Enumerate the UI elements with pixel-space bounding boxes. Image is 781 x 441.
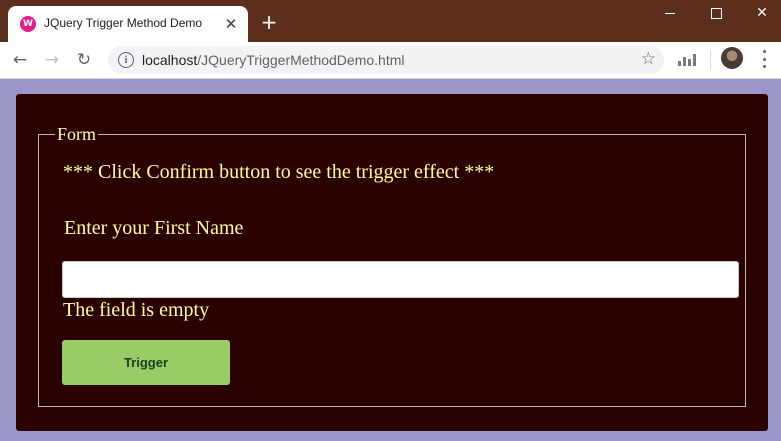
- form-legend: Form: [57, 124, 97, 144]
- reload-icon[interactable]: ↻: [72, 48, 96, 72]
- tab-title: JQuery Trigger Method Demo: [44, 16, 203, 30]
- bookmark-star-icon[interactable]: ☆: [641, 49, 656, 69]
- toolbar-separator: [710, 50, 711, 70]
- first-name-label: Enter your First Name: [64, 217, 244, 239]
- url-text[interactable]: localhost/JQueryTriggerMethodDemo.html: [142, 52, 404, 68]
- back-arrow-icon[interactable]: ←: [8, 48, 32, 72]
- url-host: localhost: [142, 52, 198, 68]
- browser-toolbar: ← → ↻ i localhost/JQueryTriggerMethodDem…: [0, 42, 781, 79]
- favicon-letter: W: [23, 19, 33, 29]
- browser-titlebar: W JQuery Trigger Method Demo ✕ + ✕: [0, 0, 781, 42]
- maximize-icon: [710, 7, 722, 19]
- minimize-window-button[interactable]: [647, 0, 693, 26]
- browser-tab[interactable]: W JQuery Trigger Method Demo ✕: [8, 6, 248, 42]
- validation-message: The field is empty: [63, 299, 210, 321]
- favicon-icon: W: [20, 16, 36, 32]
- page-body: Form *** Click Confirm button to see the…: [8, 86, 774, 434]
- address-bar[interactable]: i localhost/JQueryTriggerMethodDemo.html…: [108, 46, 664, 74]
- info-icon[interactable]: i: [118, 52, 134, 68]
- extension-chart-icon[interactable]: [678, 52, 696, 66]
- close-window-button[interactable]: ✕: [739, 0, 781, 26]
- url-path: /JQueryTriggerMethodDemo.html: [197, 52, 405, 68]
- more-menu-icon[interactable]: [756, 50, 772, 68]
- first-name-input[interactable]: [62, 261, 739, 298]
- new-tab-button[interactable]: +: [258, 10, 280, 34]
- close-tab-icon[interactable]: ✕: [222, 15, 240, 33]
- minimize-icon: [665, 12, 675, 14]
- instruction-text: *** Click Confirm button to see the trig…: [63, 161, 495, 183]
- forward-arrow-icon[interactable]: →: [40, 48, 64, 72]
- profile-avatar[interactable]: [721, 47, 743, 69]
- maximize-window-button[interactable]: [693, 0, 739, 26]
- trigger-button[interactable]: Trigger: [62, 340, 230, 385]
- content-panel: Form *** Click Confirm button to see the…: [16, 94, 768, 431]
